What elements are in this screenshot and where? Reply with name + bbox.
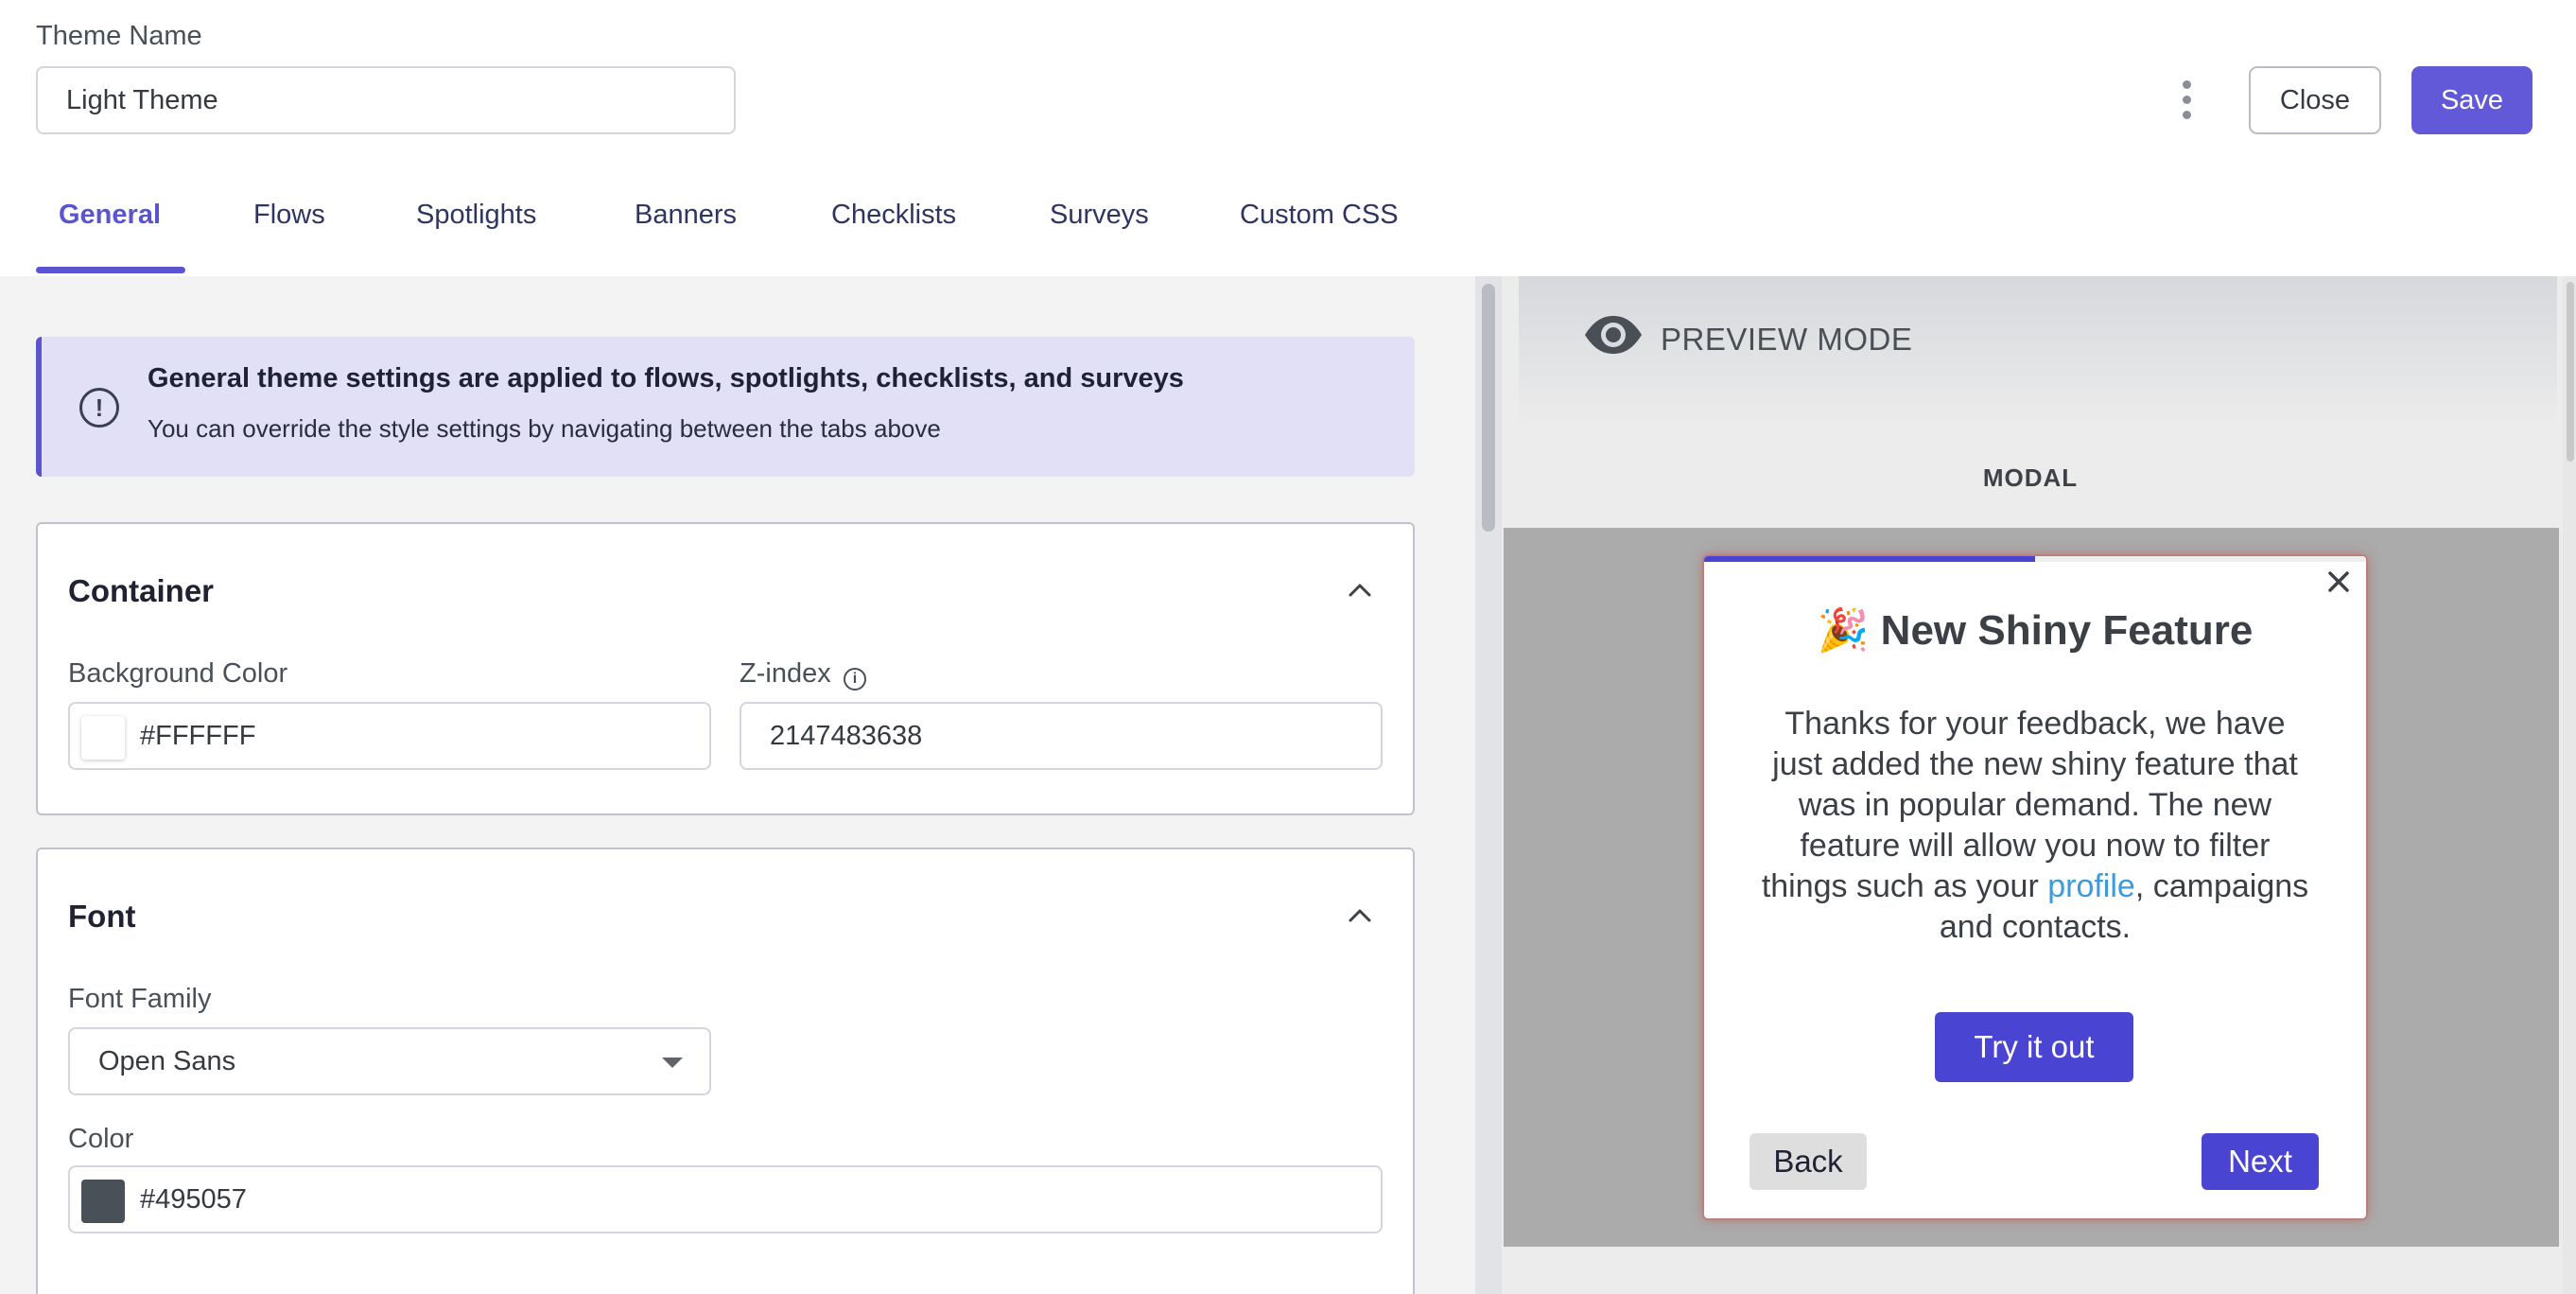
- tab-banners[interactable]: Banners: [635, 180, 737, 276]
- active-tab-indicator: [36, 267, 185, 273]
- preview-scrollbar-thumb[interactable]: [2567, 282, 2574, 462]
- zindex-label: Z-index: [740, 658, 831, 689]
- preview-type-label: MODAL: [1982, 463, 2079, 492]
- try-it-out-button[interactable]: Try it out: [1935, 1012, 2133, 1082]
- tab-checklists[interactable]: Checklists: [831, 180, 956, 276]
- profile-link[interactable]: profile: [2047, 868, 2135, 904]
- info-banner-title: General theme settings are applied to fl…: [148, 363, 1184, 393]
- alert-circle-icon: !: [79, 388, 119, 428]
- font-color-swatch[interactable]: [81, 1180, 125, 1223]
- font-section: Font Font Family Open Sans Color #495057: [36, 848, 1415, 1294]
- tab-general[interactable]: General: [59, 180, 161, 276]
- zindex-value: 2147483638: [770, 721, 923, 751]
- preview-mode-label: PREVIEW MODE: [1661, 322, 1913, 357]
- modal-progress-track: [1704, 556, 2366, 562]
- background-color-field[interactable]: #FFFFFF: [68, 702, 711, 770]
- next-button[interactable]: Next: [2202, 1133, 2319, 1190]
- tab-spotlights[interactable]: Spotlights: [416, 180, 536, 276]
- editor-header: Theme Name Close Save General Flows Spot…: [0, 0, 2576, 276]
- more-options-icon[interactable]: [2169, 76, 2203, 123]
- settings-scrollbar-thumb[interactable]: [1482, 284, 1495, 532]
- settings-pane: ! General theme settings are applied to …: [0, 276, 1475, 1294]
- modal-title: 🎉 New Shiny Feature: [1704, 605, 2366, 655]
- theme-name-label: Theme Name: [36, 21, 202, 51]
- font-color-field[interactable]: #495057: [68, 1165, 1383, 1233]
- modal-progress-bar: [1704, 556, 2035, 562]
- info-banner: ! General theme settings are applied to …: [36, 337, 1415, 477]
- font-section-title: Font: [68, 899, 136, 934]
- theme-name-input[interactable]: [36, 66, 736, 134]
- dot: [2182, 110, 2191, 119]
- background-color-swatch[interactable]: [81, 716, 125, 760]
- modal-title-text: New Shiny Feature: [1880, 607, 2254, 654]
- container-section: Container Background Color #FFFFFF Z-ind…: [36, 522, 1415, 815]
- info-banner-subtitle: You can override the style settings by n…: [148, 414, 941, 443]
- background-color-value: #FFFFFF: [140, 721, 256, 751]
- chevron-up-icon[interactable]: [1341, 897, 1379, 935]
- font-color-label: Color: [68, 1124, 134, 1154]
- settings-tabs: General Flows Spotlights Banners Checkli…: [0, 180, 1513, 276]
- font-family-value: Open Sans: [98, 1046, 236, 1076]
- tab-surveys[interactable]: Surveys: [1050, 180, 1149, 276]
- container-section-title: Container: [68, 573, 215, 608]
- zindex-field[interactable]: 2147483638: [740, 702, 1383, 770]
- info-icon[interactable]: i: [844, 668, 866, 691]
- eye-icon: [1585, 316, 1642, 354]
- party-popper-icon: 🎉: [1817, 607, 1870, 654]
- tab-custom-css[interactable]: Custom CSS: [1240, 180, 1399, 276]
- dot: [2182, 79, 2191, 89]
- back-button[interactable]: Back: [1749, 1133, 1867, 1190]
- preview-header: PREVIEW MODE: [1519, 276, 2557, 428]
- preview-modal: 🎉 New Shiny Feature Thanks for your feed…: [1704, 556, 2366, 1218]
- font-color-value: #495057: [140, 1184, 247, 1215]
- background-color-label: Background Color: [68, 658, 288, 689]
- save-button[interactable]: Save: [2411, 66, 2532, 134]
- tab-flows[interactable]: Flows: [253, 180, 325, 276]
- caret-down-icon: [662, 1058, 683, 1068]
- close-icon[interactable]: [2323, 566, 2355, 598]
- dot: [2182, 95, 2191, 104]
- font-family-select[interactable]: Open Sans: [68, 1027, 711, 1095]
- font-family-label: Font Family: [68, 984, 212, 1014]
- close-button[interactable]: Close: [2249, 66, 2381, 134]
- modal-body: Thanks for your feedback, we have just a…: [1761, 704, 2309, 948]
- chevron-up-icon[interactable]: [1341, 571, 1379, 609]
